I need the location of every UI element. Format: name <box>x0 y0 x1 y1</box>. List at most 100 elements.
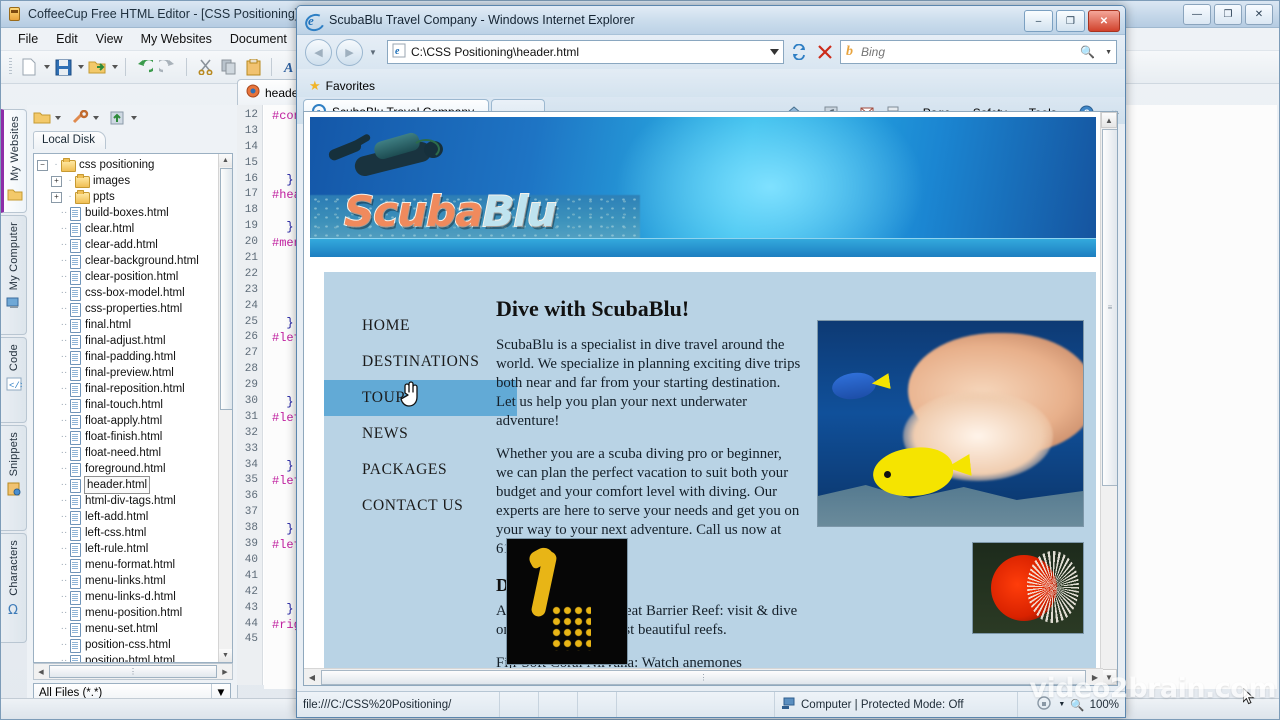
page-hscroll-thumb[interactable]: ⋮ <box>321 669 1086 685</box>
expand-icon[interactable]: + <box>51 191 62 203</box>
zoom-control[interactable]: ▼ 🔍 100% <box>1037 696 1123 713</box>
editor-restore-button[interactable]: ❐ <box>1214 4 1242 25</box>
tree-file[interactable]: ·· final-adjust.html <box>37 333 232 349</box>
browser-restore-button[interactable]: ❐ <box>1056 10 1085 32</box>
tree-folder[interactable]: + · ppts <box>37 189 232 205</box>
tree-file[interactable]: ·· header.html <box>37 476 232 494</box>
expand-icon[interactable]: + <box>51 175 62 187</box>
tree-file[interactable]: ·· clear-background.html <box>37 253 232 269</box>
menu-edit[interactable]: Edit <box>47 30 87 48</box>
tree-file[interactable]: ·· position-html.html <box>37 653 232 662</box>
menu-file[interactable]: File <box>9 30 47 48</box>
tree-file[interactable]: ·· final-touch.html <box>37 397 232 413</box>
menu-document[interactable]: Document <box>221 30 296 48</box>
tree-file[interactable]: ·· float-apply.html <box>37 413 232 429</box>
file-tree[interactable]: − · css positioning + · images + · ppts ·· build-b… <box>33 153 233 663</box>
tree-file[interactable]: ·· menu-links.html <box>37 573 232 589</box>
file-tree-scrollbar[interactable]: ▲ ▼ <box>218 154 232 662</box>
redo-icon[interactable] <box>157 56 179 78</box>
cut-icon[interactable] <box>194 56 216 78</box>
tree-file[interactable]: ·· build-boxes.html <box>37 205 232 221</box>
tree-file[interactable]: ·· left-add.html <box>37 509 232 525</box>
export-caret-icon[interactable] <box>112 65 118 69</box>
scroll-up-icon[interactable]: ▲ <box>219 154 232 167</box>
save-caret-icon[interactable] <box>78 65 84 69</box>
rail-tab-code[interactable]: Code </> <box>1 337 27 423</box>
refresh-icon[interactable] <box>788 41 810 63</box>
scroll-down-icon[interactable]: ▼ <box>219 649 232 662</box>
menu-my-websites[interactable]: My Websites <box>132 30 221 48</box>
save-icon[interactable] <box>52 56 74 78</box>
tree-folder[interactable]: + · images <box>37 173 232 189</box>
nav-item-contact-us[interactable]: CONTACT US <box>324 488 496 524</box>
rail-tab-snippets[interactable]: Snippets <box>1 425 27 531</box>
nav-item-home[interactable]: HOME <box>324 308 496 344</box>
tree-file[interactable]: ·· final-reposition.html <box>37 381 232 397</box>
tree-file[interactable]: ·· left-rule.html <box>37 541 232 557</box>
tree-file[interactable]: ·· clear-position.html <box>37 269 232 285</box>
paste-icon[interactable] <box>242 56 264 78</box>
tree-file[interactable]: ·· menu-set.html <box>37 621 232 637</box>
tree-file[interactable]: ·· menu-links-d.html <box>37 589 232 605</box>
recent-pages-chevron-icon[interactable]: ▼ <box>367 48 379 57</box>
page-hscroll-right-icon[interactable]: ▶ <box>1087 673 1103 682</box>
upload-icon[interactable] <box>109 110 137 126</box>
tree-file[interactable]: ·· float-need.html <box>37 445 232 461</box>
page-scroll-up-icon[interactable]: ▲ <box>1101 112 1117 128</box>
tree-root-folder[interactable]: − · css positioning <box>37 157 232 173</box>
new-file-caret-icon[interactable] <box>44 65 50 69</box>
page-scroll-thumb[interactable]: ≡ <box>1102 129 1117 486</box>
nav-item-packages[interactable]: PACKAGES <box>324 452 496 488</box>
new-file-icon[interactable] <box>18 56 40 78</box>
tab-local-disk[interactable]: Local Disk <box>33 131 107 149</box>
tree-file[interactable]: ·· final-padding.html <box>37 349 232 365</box>
open-folder-icon[interactable] <box>33 110 61 126</box>
back-button[interactable]: ◀ <box>305 38 332 66</box>
tree-file[interactable]: ·· clear-add.html <box>37 237 232 253</box>
undo-icon[interactable] <box>133 56 155 78</box>
page-hscroll-left-icon[interactable]: ◀ <box>304 673 320 682</box>
collapse-icon[interactable]: − <box>37 159 48 171</box>
tree-file[interactable]: ·· float-finish.html <box>37 429 232 445</box>
tree-file[interactable]: ·· menu-format.html <box>37 557 232 573</box>
tree-file[interactable]: ·· html-div-tags.html <box>37 493 232 509</box>
hscroll-left-icon[interactable]: ◀ <box>34 668 48 676</box>
tree-file[interactable]: ·· final.html <box>37 317 232 333</box>
privacy-chevron-down-icon[interactable]: ▼ <box>1058 701 1065 708</box>
address-bar[interactable]: e C:\CSS Positioning\header.html <box>387 40 784 64</box>
tree-file[interactable]: ·· clear.html <box>37 221 232 237</box>
search-icon[interactable]: 🔍 <box>1080 45 1099 59</box>
scroll-thumb[interactable] <box>220 168 232 410</box>
browser-minimize-button[interactable]: – <box>1024 10 1053 32</box>
privacy-icon[interactable] <box>1037 696 1053 713</box>
file-tree-hscrollbar[interactable]: ◀ ⋮ ▶ <box>33 663 233 680</box>
zoom-icon[interactable]: 🔍 <box>1070 698 1084 712</box>
search-input[interactable] <box>859 44 1013 60</box>
page-scroll-down-icon[interactable]: ▼ <box>1101 669 1117 685</box>
rail-tab-characters[interactable]: Characters Ω <box>1 533 27 643</box>
nav-item-tours[interactable]: TOURS <box>324 380 517 416</box>
copy-icon[interactable] <box>218 56 240 78</box>
hscroll-right-icon[interactable]: ▶ <box>218 668 232 676</box>
search-box[interactable]: b 🔍 ▼ <box>840 40 1117 64</box>
tree-file[interactable]: ·· position-css.html <box>37 637 232 653</box>
page-vertical-scrollbar[interactable]: ▲ ≡ ▼ <box>1100 112 1117 685</box>
hscroll-thumb[interactable]: ⋮ <box>49 665 217 678</box>
search-chevron-down-icon[interactable]: ▼ <box>1105 49 1116 56</box>
page-horizontal-scrollbar[interactable]: ◀ ⋮ ▶ <box>304 668 1103 685</box>
rail-tab-my-computer[interactable]: My Computer <box>1 215 27 335</box>
tools-icon[interactable] <box>71 110 99 126</box>
tree-file[interactable]: ·· foreground.html <box>37 461 232 477</box>
browser-close-button[interactable]: ✕ <box>1088 10 1120 32</box>
address-chevron-down-icon[interactable] <box>765 49 783 55</box>
stop-icon[interactable] <box>814 41 836 63</box>
tree-file[interactable]: ·· menu-position.html <box>37 605 232 621</box>
forward-button[interactable]: ▶ <box>336 38 363 66</box>
tree-file[interactable]: ·· left-css.html <box>37 525 232 541</box>
tree-file[interactable]: ·· final-preview.html <box>37 365 232 381</box>
favorites-button[interactable]: ★ Favorites <box>303 75 385 97</box>
menu-view[interactable]: View <box>87 30 132 48</box>
nav-item-news[interactable]: NEWS <box>324 416 496 452</box>
tree-file[interactable]: ·· css-properties.html <box>37 301 232 317</box>
rail-tab-my-websites[interactable]: My Websites <box>1 109 27 213</box>
